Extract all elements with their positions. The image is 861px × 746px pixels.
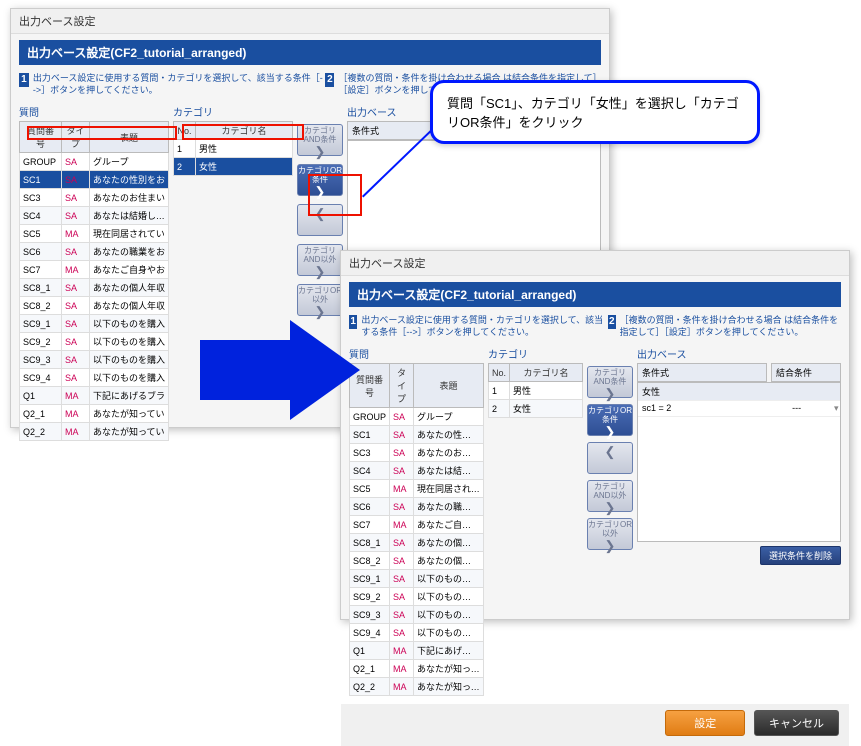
table-row[interactable]: SC9_2SA以下のものを購入 (350, 588, 484, 606)
step-badge-2: 2 (325, 73, 334, 87)
outbase-panel-label-2: 出力ベース (637, 346, 841, 361)
callout-text: 質問「SC1」、カテゴリ「女性」を選択し「カテゴリOR条件」をクリック (447, 96, 739, 130)
cat-and-not-button-2[interactable]: カテゴリAND以外❯ (587, 480, 633, 512)
table-row[interactable]: 1男性 (174, 140, 293, 158)
out-row-name: 女性 (638, 383, 770, 400)
table-row[interactable]: SC8_2SAあなたの個人年収 (350, 552, 484, 570)
dropdown-icon[interactable]: ▾ (830, 401, 840, 416)
dialog-footer: 設定 キャンセル (341, 704, 849, 746)
table-row[interactable]: Q2_2MAあなたが知ってい (350, 678, 484, 696)
cat-and-not-button[interactable]: カテゴリAND以外❯ (297, 244, 343, 276)
remove-button[interactable]: ❮ (297, 204, 343, 236)
category-panel-label-2: カテゴリ (488, 346, 583, 361)
out-col-cond-2: 条件式 (637, 363, 767, 382)
instruction-callout: 質問「SC1」、カテゴリ「女性」を選択し「カテゴリOR条件」をクリック (430, 80, 760, 144)
out-row-0[interactable]: 女性 (638, 383, 840, 401)
table-row[interactable]: SC9_3SA以下のものを購入 (350, 606, 484, 624)
dialog-title: 出力ベース設定 (11, 9, 609, 34)
out-row-join: --- (763, 401, 830, 416)
table-row[interactable]: SC6SAあなたの職業をお (20, 243, 169, 261)
table-row[interactable]: 2女性 (489, 400, 583, 418)
transfer-button-stack-2: カテゴリAND条件❯ カテゴリOR条件❯ ❮ カテゴリAND以外❯ カテゴリOR… (587, 346, 633, 696)
table-row[interactable]: SC9_2SA以下のものを購入 (20, 333, 169, 351)
step-badge-1: 1 (19, 73, 29, 87)
category-table[interactable]: No. カテゴリ名 1男性2女性 (173, 121, 293, 176)
table-row[interactable]: SC4SAあなたは結婚してい (20, 207, 169, 225)
step-badge-2b: 2 (608, 315, 616, 329)
table-row[interactable]: Q1MA下記にあげるブラ (350, 642, 484, 660)
table-row[interactable]: SC9_3SA以下のものを購入 (20, 351, 169, 369)
table-row[interactable]: SC8_1SAあなたの個人年収 (20, 279, 169, 297)
col-qtitle: 表題 (90, 122, 169, 153)
question-table[interactable]: 質問番号 タイプ 表題 GROUPSAグループSC1SAあなたの性別をおSC3S… (19, 121, 169, 441)
table-row[interactable]: Q2_1MAあなたが知ってい (350, 660, 484, 678)
question-table-2[interactable]: 質問番号 タイプ 表題 GROUPSAグループSC1SAあなたの性別をおSC3S… (349, 363, 484, 696)
col-catname: カテゴリ名 (196, 122, 293, 140)
category-table-2[interactable]: No. カテゴリ名 1男性2女性 (488, 363, 583, 418)
cat-or-button[interactable]: カテゴリOR条件❯ (297, 164, 343, 196)
table-row[interactable]: GROUPSAグループ (20, 153, 169, 171)
dialog-banner: 出力ベース設定(CF2_tutorial_arranged) (19, 40, 601, 65)
remove-button-2[interactable]: ❮ (587, 442, 633, 474)
table-row[interactable]: SC9_1SA以下のものを購入 (20, 315, 169, 333)
question-panel-label-2: 質問 (349, 346, 484, 361)
col-qtype: タイプ (62, 122, 90, 153)
table-row[interactable]: SC7MAあなたご自身やお (20, 261, 169, 279)
dialog-output-base-after: 出力ベース設定 出力ベース設定(CF2_tutorial_arranged) 1… (340, 250, 850, 620)
instruction-row-2: 1 出力ベース設定に使用する質問・カテゴリを選択して、該当する条件［-->］ボタ… (341, 313, 849, 342)
table-row[interactable]: SC6SAあなたの職業をお (350, 498, 484, 516)
table-row[interactable]: SC1SAあなたの性別をお (20, 171, 169, 189)
table-row[interactable]: SC3SAあなたのお住まい (350, 444, 484, 462)
out-row-cond: sc1 = 2 (638, 401, 763, 416)
cat-and-button[interactable]: カテゴリAND条件❯ (297, 124, 343, 156)
table-row[interactable]: SC8_1SAあなたの個人年収 (350, 534, 484, 552)
outbase-list[interactable] (347, 140, 601, 260)
table-row[interactable]: 1男性 (489, 382, 583, 400)
table-row[interactable]: SC9_4SA以下のものを購入 (20, 369, 169, 387)
table-row[interactable]: SC7MAあなたご自身やお (350, 516, 484, 534)
outbase-list-2[interactable]: 女性 sc1 = 2 --- ▾ (637, 382, 841, 542)
out-col-join: 結合条件 (771, 363, 841, 382)
cat-or-not-button[interactable]: カテゴリOR以外❯ (297, 284, 343, 316)
table-row[interactable]: SC5MA現在同居されてい (350, 480, 484, 498)
ok-button[interactable]: 設定 (665, 710, 745, 736)
table-row[interactable]: SC4SAあなたは結婚してい (350, 462, 484, 480)
col-catno: No. (174, 122, 196, 140)
instruction-2b: ［複数の質問・条件を掛け合わせる場合 は結合条件を指定して］［設定］ボタンを押し… (620, 315, 841, 338)
table-row[interactable]: 2女性 (174, 158, 293, 176)
cat-or-not-button-2[interactable]: カテゴリOR以外❯ (587, 518, 633, 550)
delete-condition-button[interactable]: 選択条件を削除 (760, 546, 841, 565)
table-row[interactable]: GROUPSAグループ (350, 408, 484, 426)
cancel-button[interactable]: キャンセル (754, 710, 839, 736)
table-row[interactable]: SC1SAあなたの性別をお (350, 426, 484, 444)
table-row[interactable]: SC5MA現在同居されてい (20, 225, 169, 243)
table-row[interactable]: Q1MA下記にあげるブラ (20, 387, 169, 405)
cat-or-button-2[interactable]: カテゴリOR条件❯ (587, 404, 633, 436)
table-row[interactable]: SC9_1SA以下のものを購入 (350, 570, 484, 588)
question-panel-label: 質問 (19, 104, 169, 119)
instruction-1: 出力ベース設定に使用する質問・カテゴリを選択して、該当する条件［-->］ボタンを… (33, 73, 325, 96)
col-qno: 質問番号 (20, 122, 62, 153)
dialog-banner-2: 出力ベース設定(CF2_tutorial_arranged) (349, 282, 841, 307)
out-row-1[interactable]: sc1 = 2 --- ▾ (638, 401, 840, 417)
instruction-1b: 出力ベース設定に使用する質問・カテゴリを選択して、該当する条件［-->］ボタンを… (361, 315, 608, 338)
table-row[interactable]: SC3SAあなたのお住まい (20, 189, 169, 207)
cat-and-button-2[interactable]: カテゴリAND条件❯ (587, 366, 633, 398)
table-row[interactable]: SC8_2SAあなたの個人年収 (20, 297, 169, 315)
table-row[interactable]: Q2_2MAあなたが知ってい (20, 423, 169, 441)
big-arrow-icon (200, 320, 360, 420)
table-row[interactable]: Q2_1MAあなたが知ってい (20, 405, 169, 423)
category-panel-label: カテゴリ (173, 104, 293, 119)
dialog-title-2: 出力ベース設定 (341, 251, 849, 276)
